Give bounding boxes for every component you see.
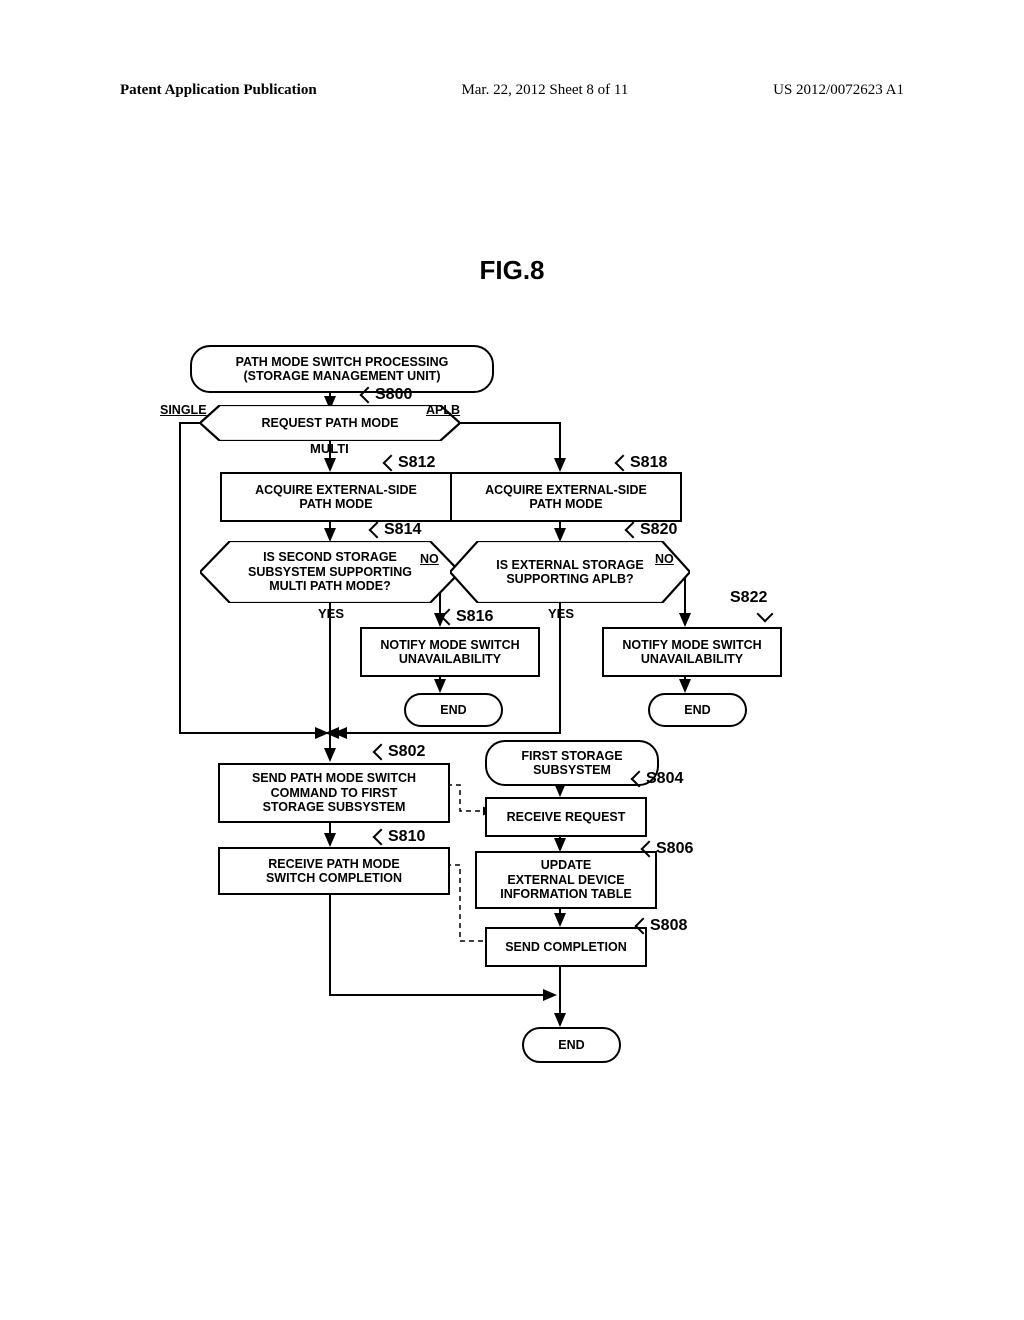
end1-label: END bbox=[440, 703, 466, 717]
end2-node: END bbox=[648, 693, 747, 727]
step-s810: S810 bbox=[388, 828, 425, 846]
firstss-label: FIRST STORAGE SUBSYSTEM bbox=[521, 749, 622, 778]
page: Patent Application Publication Mar. 22, … bbox=[0, 0, 1024, 1320]
box-s806: UPDATE EXTERNAL DEVICE INFORMATION TABLE bbox=[475, 851, 657, 909]
box-s804: RECEIVE REQUEST bbox=[485, 797, 647, 837]
decision-s820: IS EXTERNAL STORAGE SUPPORTING APLB? bbox=[450, 541, 690, 603]
start-node: PATH MODE SWITCH PROCESSING (STORAGE MAN… bbox=[190, 345, 494, 393]
branch-aplb: APLB bbox=[426, 403, 460, 417]
s806-label: UPDATE EXTERNAL DEVICE INFORMATION TABLE bbox=[500, 858, 631, 901]
box-s818: ACQUIRE EXTERNAL-SIDE PATH MODE bbox=[450, 472, 682, 522]
box-s808: SEND COMPLETION bbox=[485, 927, 647, 967]
decision-s800: REQUEST PATH MODE bbox=[200, 405, 460, 441]
box-s812: ACQUIRE EXTERNAL-SIDE PATH MODE bbox=[220, 472, 452, 522]
s808-label: SEND COMPLETION bbox=[505, 940, 627, 954]
figure-title: FIG.8 bbox=[0, 255, 1024, 286]
flowchart-connectors bbox=[130, 345, 890, 1095]
s812-label: ACQUIRE EXTERNAL-SIDE PATH MODE bbox=[255, 483, 417, 512]
step-s818: S818 bbox=[630, 454, 667, 472]
s820-yes: YES bbox=[548, 606, 574, 621]
s810-label: RECEIVE PATH MODE SWITCH COMPLETION bbox=[266, 857, 402, 886]
s816-label: NOTIFY MODE SWITCH UNAVAILABILITY bbox=[380, 638, 519, 667]
s802-label: SEND PATH MODE SWITCH COMMAND TO FIRST S… bbox=[252, 771, 416, 814]
end-final-node: END bbox=[522, 1027, 621, 1063]
step-s816: S816 bbox=[456, 608, 493, 626]
header-center: Mar. 22, 2012 Sheet 8 of 11 bbox=[461, 82, 628, 99]
branch-single: SINGLE bbox=[160, 403, 207, 417]
s814-label: IS SECOND STORAGE SUBSYSTEM SUPPORTING M… bbox=[220, 550, 440, 593]
s818-label: ACQUIRE EXTERNAL-SIDE PATH MODE bbox=[485, 483, 647, 512]
step-s820: S820 bbox=[640, 521, 677, 539]
box-s816: NOTIFY MODE SWITCH UNAVAILABILITY bbox=[360, 627, 540, 677]
step-s812: S812 bbox=[398, 454, 435, 472]
s822-label: NOTIFY MODE SWITCH UNAVAILABILITY bbox=[622, 638, 761, 667]
step-s800: S800 bbox=[375, 386, 412, 404]
box-s802: SEND PATH MODE SWITCH COMMAND TO FIRST S… bbox=[218, 763, 450, 823]
s800-label: REQUEST PATH MODE bbox=[233, 416, 426, 430]
end1-node: END bbox=[404, 693, 503, 727]
s804-label: RECEIVE REQUEST bbox=[507, 810, 626, 824]
header-left: Patent Application Publication bbox=[120, 82, 317, 99]
s814-yes: YES bbox=[318, 606, 344, 621]
step-s806: S806 bbox=[656, 840, 693, 858]
box-s822: NOTIFY MODE SWITCH UNAVAILABILITY bbox=[602, 627, 782, 677]
flowchart: PATH MODE SWITCH PROCESSING (STORAGE MAN… bbox=[130, 345, 890, 1095]
step-s822: S822 bbox=[730, 589, 767, 607]
start-label: PATH MODE SWITCH PROCESSING (STORAGE MAN… bbox=[236, 355, 449, 384]
box-s810: RECEIVE PATH MODE SWITCH COMPLETION bbox=[218, 847, 450, 895]
end2-label: END bbox=[684, 703, 710, 717]
page-header: Patent Application Publication Mar. 22, … bbox=[120, 82, 904, 99]
header-right: US 2012/0072623 A1 bbox=[773, 82, 904, 99]
step-s814: S814 bbox=[384, 521, 421, 539]
branch-multi: MULTI bbox=[310, 441, 349, 456]
decision-s814: IS SECOND STORAGE SUBSYSTEM SUPPORTING M… bbox=[200, 541, 460, 603]
step-s804: S804 bbox=[646, 770, 683, 788]
endfinal-label: END bbox=[558, 1038, 584, 1052]
step-s808: S808 bbox=[650, 917, 687, 935]
s820-label: IS EXTERNAL STORAGE SUPPORTING APLB? bbox=[468, 558, 671, 587]
step-s802: S802 bbox=[388, 743, 425, 761]
